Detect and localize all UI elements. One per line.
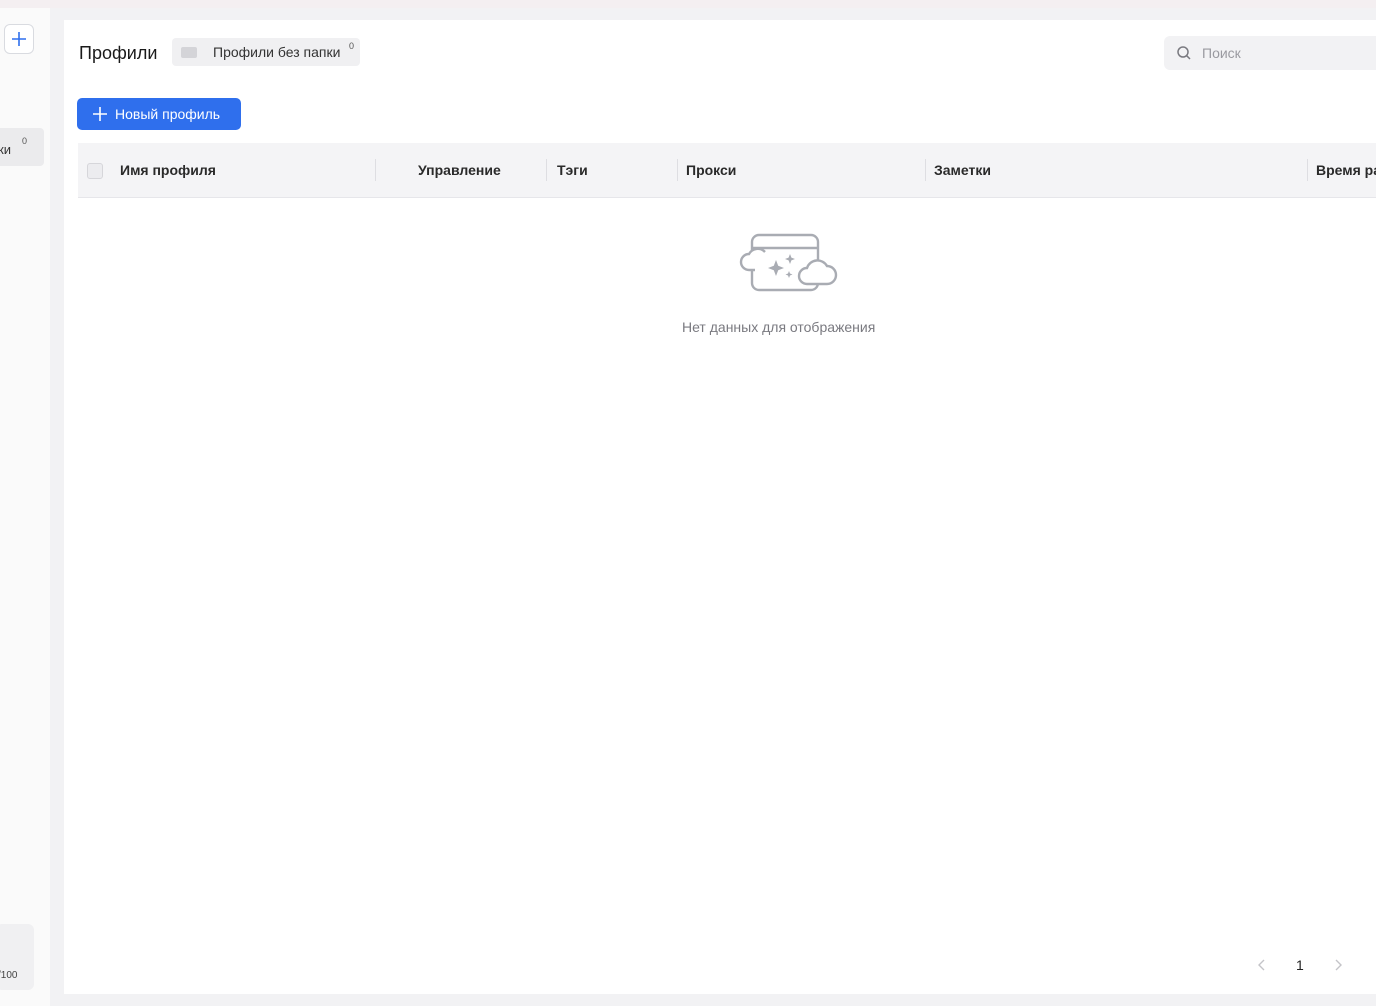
empty-state-text: Нет данных для отображения [682, 319, 876, 335]
sidebar-folder-item[interactable]: ки 0 [0, 128, 44, 166]
new-profile-label: Новый профиль [115, 106, 221, 122]
empty-state-illustration-icon [731, 232, 841, 301]
main-panel: Профили Профили без папки 0 Новый профил… [64, 20, 1376, 994]
search-box[interactable] [1164, 36, 1376, 70]
column-header-profile-name[interactable]: Имя профиля [120, 162, 216, 178]
sidebar-folder-count: 0 [22, 136, 28, 146]
current-folder-chip[interactable]: Профили без папки 0 [172, 38, 360, 66]
select-all-checkbox[interactable] [87, 163, 103, 179]
search-input[interactable] [1200, 44, 1374, 62]
current-folder-count: 0 [348, 41, 354, 51]
sidebar: ки 0 /100 [0, 8, 50, 1006]
column-divider[interactable] [925, 159, 926, 181]
pagination-current-page[interactable]: 1 [1296, 957, 1304, 973]
current-folder-label: Профили без папки [213, 44, 341, 60]
column-divider[interactable] [546, 159, 547, 181]
column-header-notes[interactable]: Заметки [934, 162, 991, 178]
sidebar-folder-label: ки [0, 142, 11, 157]
column-header-proxy[interactable]: Прокси [686, 162, 736, 178]
plus-icon [12, 32, 26, 46]
pagination: 1 [1254, 954, 1346, 976]
column-header-tags[interactable]: Тэги [557, 162, 588, 178]
search-icon [1176, 45, 1192, 61]
plus-icon [93, 107, 107, 121]
profile-quota-text: /100 [0, 970, 18, 981]
top-strip [0, 0, 1376, 8]
table-header: Имя профиля Управление Тэги Прокси Замет… [78, 143, 1376, 198]
profile-quota: /100 [0, 924, 34, 990]
new-profile-button[interactable]: Новый профиль [77, 98, 241, 130]
chevron-right-icon[interactable] [1330, 959, 1346, 971]
column-divider[interactable] [375, 159, 376, 181]
page-title: Профили [79, 43, 158, 63]
folder-icon [181, 46, 197, 58]
chevron-left-icon[interactable] [1254, 959, 1270, 971]
column-header-control[interactable]: Управление [418, 162, 501, 178]
column-divider[interactable] [1307, 159, 1308, 181]
column-divider[interactable] [677, 159, 678, 181]
add-folder-button[interactable] [4, 24, 34, 54]
column-header-run-time[interactable]: Время ра [1316, 162, 1376, 178]
